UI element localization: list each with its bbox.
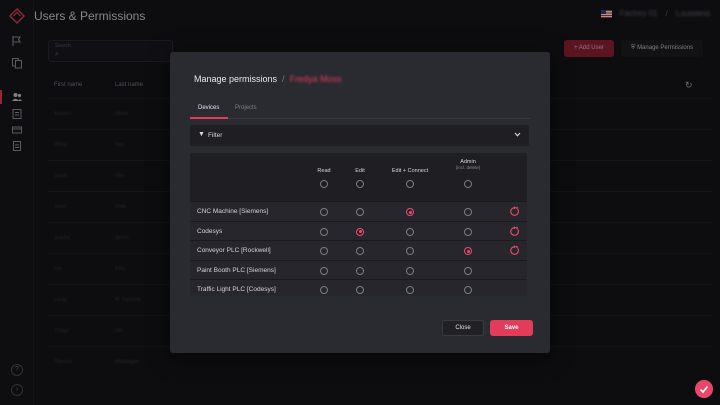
select-all-admin-radio[interactable] (464, 180, 472, 188)
permission-radio[interactable] (356, 247, 364, 255)
permission-radio[interactable] (356, 286, 364, 294)
permission-radio[interactable] (464, 208, 472, 216)
permissions-header: Read Edit Edit + Connect Admin (incl. del… (190, 153, 527, 201)
permission-radio[interactable] (320, 286, 328, 294)
dialog-title-text: Manage permissions (194, 74, 278, 84)
filter-label: Filter (208, 132, 223, 139)
select-all-edit-connect-radio[interactable] (406, 180, 414, 188)
device-name: Codesys (197, 227, 223, 235)
tab-projects[interactable]: Projects (235, 105, 257, 111)
permission-radio[interactable] (464, 286, 472, 294)
manage-permissions-dialog: Manage permissions / Fredya Moss Devices P… (170, 52, 550, 353)
permission-radio[interactable] (356, 208, 364, 216)
permission-radio[interactable] (320, 266, 328, 275)
admin-note: (incl. delete) (455, 165, 481, 170)
device-row: Codesys (190, 220, 527, 240)
assistant-fab-icon[interactable] (695, 380, 713, 398)
permission-radio[interactable] (464, 247, 472, 255)
permission-radio[interactable] (406, 247, 414, 255)
permission-radio[interactable] (356, 266, 364, 275)
select-all-read-radio[interactable] (320, 180, 328, 188)
dialog-subject: Fredya Moss (289, 74, 342, 84)
permission-radio[interactable] (320, 208, 328, 216)
column-header-edit: Edit (355, 168, 365, 174)
device-row: Conveyor PLC [Rockwell] (190, 240, 527, 260)
title-separator: / (282, 74, 285, 84)
device-name: Paint Booth PLC [Siemens] (197, 266, 276, 274)
permission-radio[interactable] (406, 208, 414, 216)
filter-dropdown[interactable]: ▼ Filter (190, 125, 529, 146)
dialog-tabs: Devices Projects (190, 103, 530, 119)
device-name: Traffic Light PLC [Codesys] (197, 286, 276, 293)
device-name: Conveyor PLC [Rockwell] (197, 247, 271, 254)
permission-radio[interactable] (406, 266, 414, 275)
chevron-down-icon (514, 132, 521, 137)
app-root: ? › Users & Permissions Factory 01 / Lou… (0, 0, 720, 405)
permission-radio[interactable] (464, 227, 472, 236)
tab-devices[interactable]: Devices (198, 105, 219, 111)
close-button[interactable]: Close (442, 320, 484, 336)
column-header-admin: Admin (incl. delete) (456, 159, 481, 170)
column-header-edit-connect: Edit + Connect (391, 168, 429, 174)
permission-radio[interactable] (320, 227, 328, 236)
device-row: CNC Machine [Siemens] (190, 201, 527, 221)
filter-icon: ▼ (198, 131, 205, 138)
column-header-read: Read (317, 168, 331, 174)
permission-radio[interactable] (464, 266, 472, 275)
device-row: Paint Booth PLC [Siemens] (190, 259, 527, 279)
permission-radio[interactable] (320, 247, 328, 255)
permission-radio[interactable] (406, 286, 414, 294)
reset-permission-icon[interactable] (509, 245, 520, 256)
save-button[interactable]: Save (490, 320, 533, 336)
select-all-edit-radio[interactable] (356, 180, 364, 188)
reset-permission-icon[interactable] (509, 225, 520, 237)
dialog-title: Manage permissions / Fredya Moss (194, 74, 342, 84)
device-name: CNC Machine [Siemens] (197, 208, 269, 215)
permission-radio[interactable] (356, 227, 364, 236)
permissions-table: Read Edit Edit + Connect Admin (incl. del… (190, 153, 527, 296)
reset-permission-icon[interactable] (509, 206, 520, 217)
device-row: Traffic Light PLC [Codesys] (190, 279, 527, 296)
active-tab-indicator (190, 117, 228, 119)
permission-radio[interactable] (406, 227, 414, 236)
